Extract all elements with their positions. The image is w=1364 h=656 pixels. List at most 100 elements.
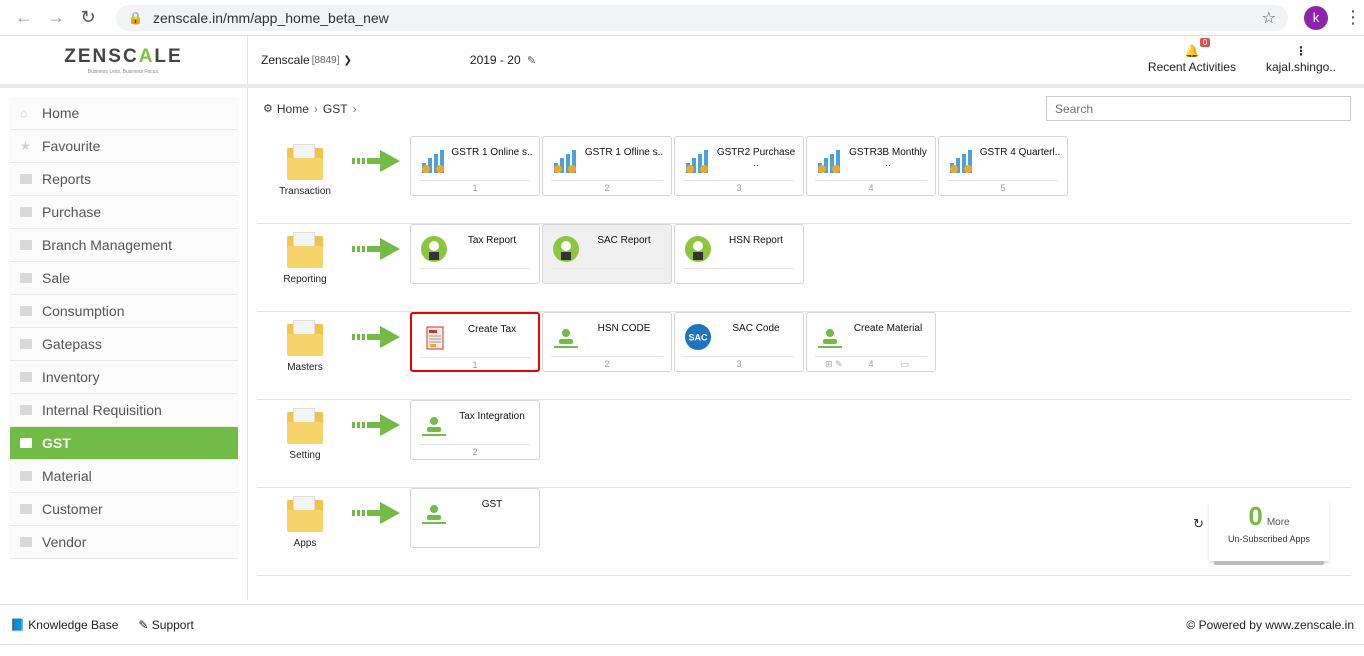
tile-gstr1-offline[interactable]: GSTR 1 Ofline s.. 2 (542, 136, 672, 196)
arrow-right-icon (352, 150, 400, 172)
star-icon: ★ (20, 139, 31, 153)
tile-sac-code[interactable]: SAC SAC Code 3 (674, 312, 804, 372)
tile-label: SAC Report (597, 235, 651, 246)
browser-menu-icon[interactable]: ⋮ (1344, 7, 1362, 28)
tile-create-material[interactable]: Create Material ⊞ ✎ 4 ▭ (806, 312, 936, 372)
group-label: Reporting (257, 232, 353, 285)
breadcrumb-separator: › (352, 101, 357, 116)
zenscale-logo[interactable]: ZENSCALE Business Less. Business Focus. (0, 36, 248, 84)
tile-number: 2 (604, 359, 610, 369)
recent-activities-label: Recent Activities (1147, 60, 1236, 74)
folder-icon (20, 273, 32, 283)
tile-number: 3 (736, 183, 742, 193)
sidebar-item-label: Purchase (42, 204, 102, 220)
sidebar-item-label: Consumption (42, 303, 125, 319)
tile-gstr3b-monthly[interactable]: GSTR3B Monthly .. 4 (806, 136, 936, 196)
sidebar-item-internal-requisition[interactable]: Internal Requisition (10, 394, 238, 427)
breadcrumb-current[interactable]: GST (323, 102, 348, 116)
report-user-icon (553, 236, 579, 262)
sidebar-item-label: Sale (42, 270, 71, 286)
fiscal-year-selector[interactable]: 2019 - 20 ✎ (470, 53, 536, 67)
tile-gstr4-quarterly[interactable]: GSTR 4 Quarterl.. 5 (938, 136, 1068, 196)
sidebar-item-vendor[interactable]: Vendor (10, 526, 238, 559)
sidebar-item-label: Home (42, 105, 80, 121)
tile-label: SAC Code (732, 323, 780, 334)
sidebar-item-consumption[interactable]: Consumption (10, 295, 238, 328)
sidebar-item-home[interactable]: ⌂ Home (10, 97, 238, 130)
tile-sac-report[interactable]: SAC Report (542, 224, 672, 284)
user-icon (818, 329, 842, 348)
more-label: More (1266, 517, 1290, 528)
knowledge-base-link[interactable]: 📘 Knowledge Base (10, 618, 118, 632)
tile-number: 1 (472, 360, 478, 370)
tile-hsn-code[interactable]: HSN CODE 2 (542, 312, 672, 372)
forward-icon[interactable]: → (42, 4, 70, 32)
tile-label: HSN CODE (597, 323, 651, 334)
knowledge-base-label: Knowledge Base (28, 617, 119, 632)
folder-icon (20, 306, 32, 316)
folder-icon (287, 320, 323, 356)
group-apps: Apps GST (257, 488, 1351, 576)
book-icon: 📘 (10, 617, 25, 632)
refresh-icon[interactable]: ↻ (1193, 516, 1204, 532)
trash-icon[interactable]: ▭ (900, 359, 909, 370)
back-icon[interactable]: ← (10, 4, 38, 32)
group-masters: Masters Create Tax 1 HSN CODE 2 SAC SAC Cod… (257, 312, 1351, 400)
bookmark-star-icon[interactable]: ☆ (1262, 8, 1276, 28)
arrow-right-icon (352, 414, 400, 436)
content-area: ⚙ Home › GST › Transaction GSTR 1 Online… (248, 88, 1364, 600)
tile-create-tax[interactable]: Create Tax 1 (410, 312, 540, 372)
sidebar-item-label: Customer (42, 501, 103, 517)
tile-gstr1-online[interactable]: GSTR 1 Online s.. 1 (410, 136, 540, 196)
sidebar-item-sale[interactable]: Sale (10, 262, 238, 295)
chevron-down-icon: ❯ (343, 54, 352, 66)
address-bar[interactable]: 🔒 zenscale.in/mm/app_home_beta_new ☆ (116, 4, 1288, 31)
tile-hsn-report[interactable]: HSN Report (674, 224, 804, 284)
folder-icon (20, 537, 32, 547)
group-label: Transaction (257, 144, 353, 197)
user-menu-button[interactable]: ⋮ kajal.shingo.. (1266, 44, 1336, 74)
report-user-icon (421, 236, 447, 262)
sidebar-item-purchase[interactable]: Purchase (10, 196, 238, 229)
user-icon (422, 505, 446, 524)
sidebar-item-label: GST (42, 435, 71, 451)
sidebar-item-branch-management[interactable]: Branch Management (10, 229, 238, 262)
tile-tax-integration[interactable]: Tax Integration 2 (410, 400, 540, 460)
app-header: ZENSCALE Business Less. Business Focus. … (0, 36, 1364, 88)
folder-icon (20, 240, 32, 250)
sidebar-item-material[interactable]: Material (10, 460, 238, 493)
report-user-icon (685, 236, 711, 262)
tile-gstr2-purchase[interactable]: GSTR2 Purchase .. 3 (674, 136, 804, 196)
tile-label: GSTR 1 Online s.. (451, 147, 533, 158)
sidebar-item-reports[interactable]: Reports (10, 163, 238, 196)
search-input[interactable] (1046, 96, 1351, 121)
sidebar-item-gatepass[interactable]: Gatepass (10, 328, 238, 361)
tile-tax-report[interactable]: Tax Report (410, 224, 540, 284)
sidebar-item-inventory[interactable]: Inventory (10, 361, 238, 394)
tile-label: HSN Report (729, 235, 783, 246)
sidebar-item-favourite[interactable]: ★ Favourite (10, 130, 238, 163)
recent-activities-button[interactable]: 🔔 0 Recent Activities (1147, 38, 1236, 74)
group-label: Masters (257, 320, 353, 373)
profile-avatar[interactable]: k (1304, 5, 1328, 30)
unsubscribed-apps-card[interactable]: 0 More Un-Subscribed Apps (1209, 501, 1329, 565)
user-name: kajal.shingo.. (1265, 60, 1336, 74)
logo-text-end: LE (154, 45, 183, 67)
sidebar-item-label: Vendor (42, 534, 87, 550)
sidebar-item-gst[interactable]: GST (10, 427, 238, 460)
company-selector[interactable]: Zenscale [8849] ❯ (261, 53, 352, 67)
breadcrumb-home[interactable]: Home (277, 102, 309, 116)
support-link[interactable]: ✎ Support (138, 618, 193, 632)
sidebar-item-label: Inventory (42, 369, 100, 385)
folder-icon (20, 438, 32, 448)
group-label: Apps (257, 496, 353, 549)
company-name: Zenscale (261, 53, 310, 67)
tile-gst-app[interactable]: GST (410, 488, 540, 548)
sidebar-item-customer[interactable]: Customer (10, 493, 238, 526)
reload-icon[interactable]: ↻ (74, 4, 102, 32)
arrow-right-icon (352, 326, 400, 348)
group-label-text: Apps (293, 538, 317, 549)
bottom-strip (0, 644, 1364, 656)
url-text: zenscale.in/mm/app_home_beta_new (152, 9, 389, 26)
arrow-right-icon (352, 238, 400, 260)
